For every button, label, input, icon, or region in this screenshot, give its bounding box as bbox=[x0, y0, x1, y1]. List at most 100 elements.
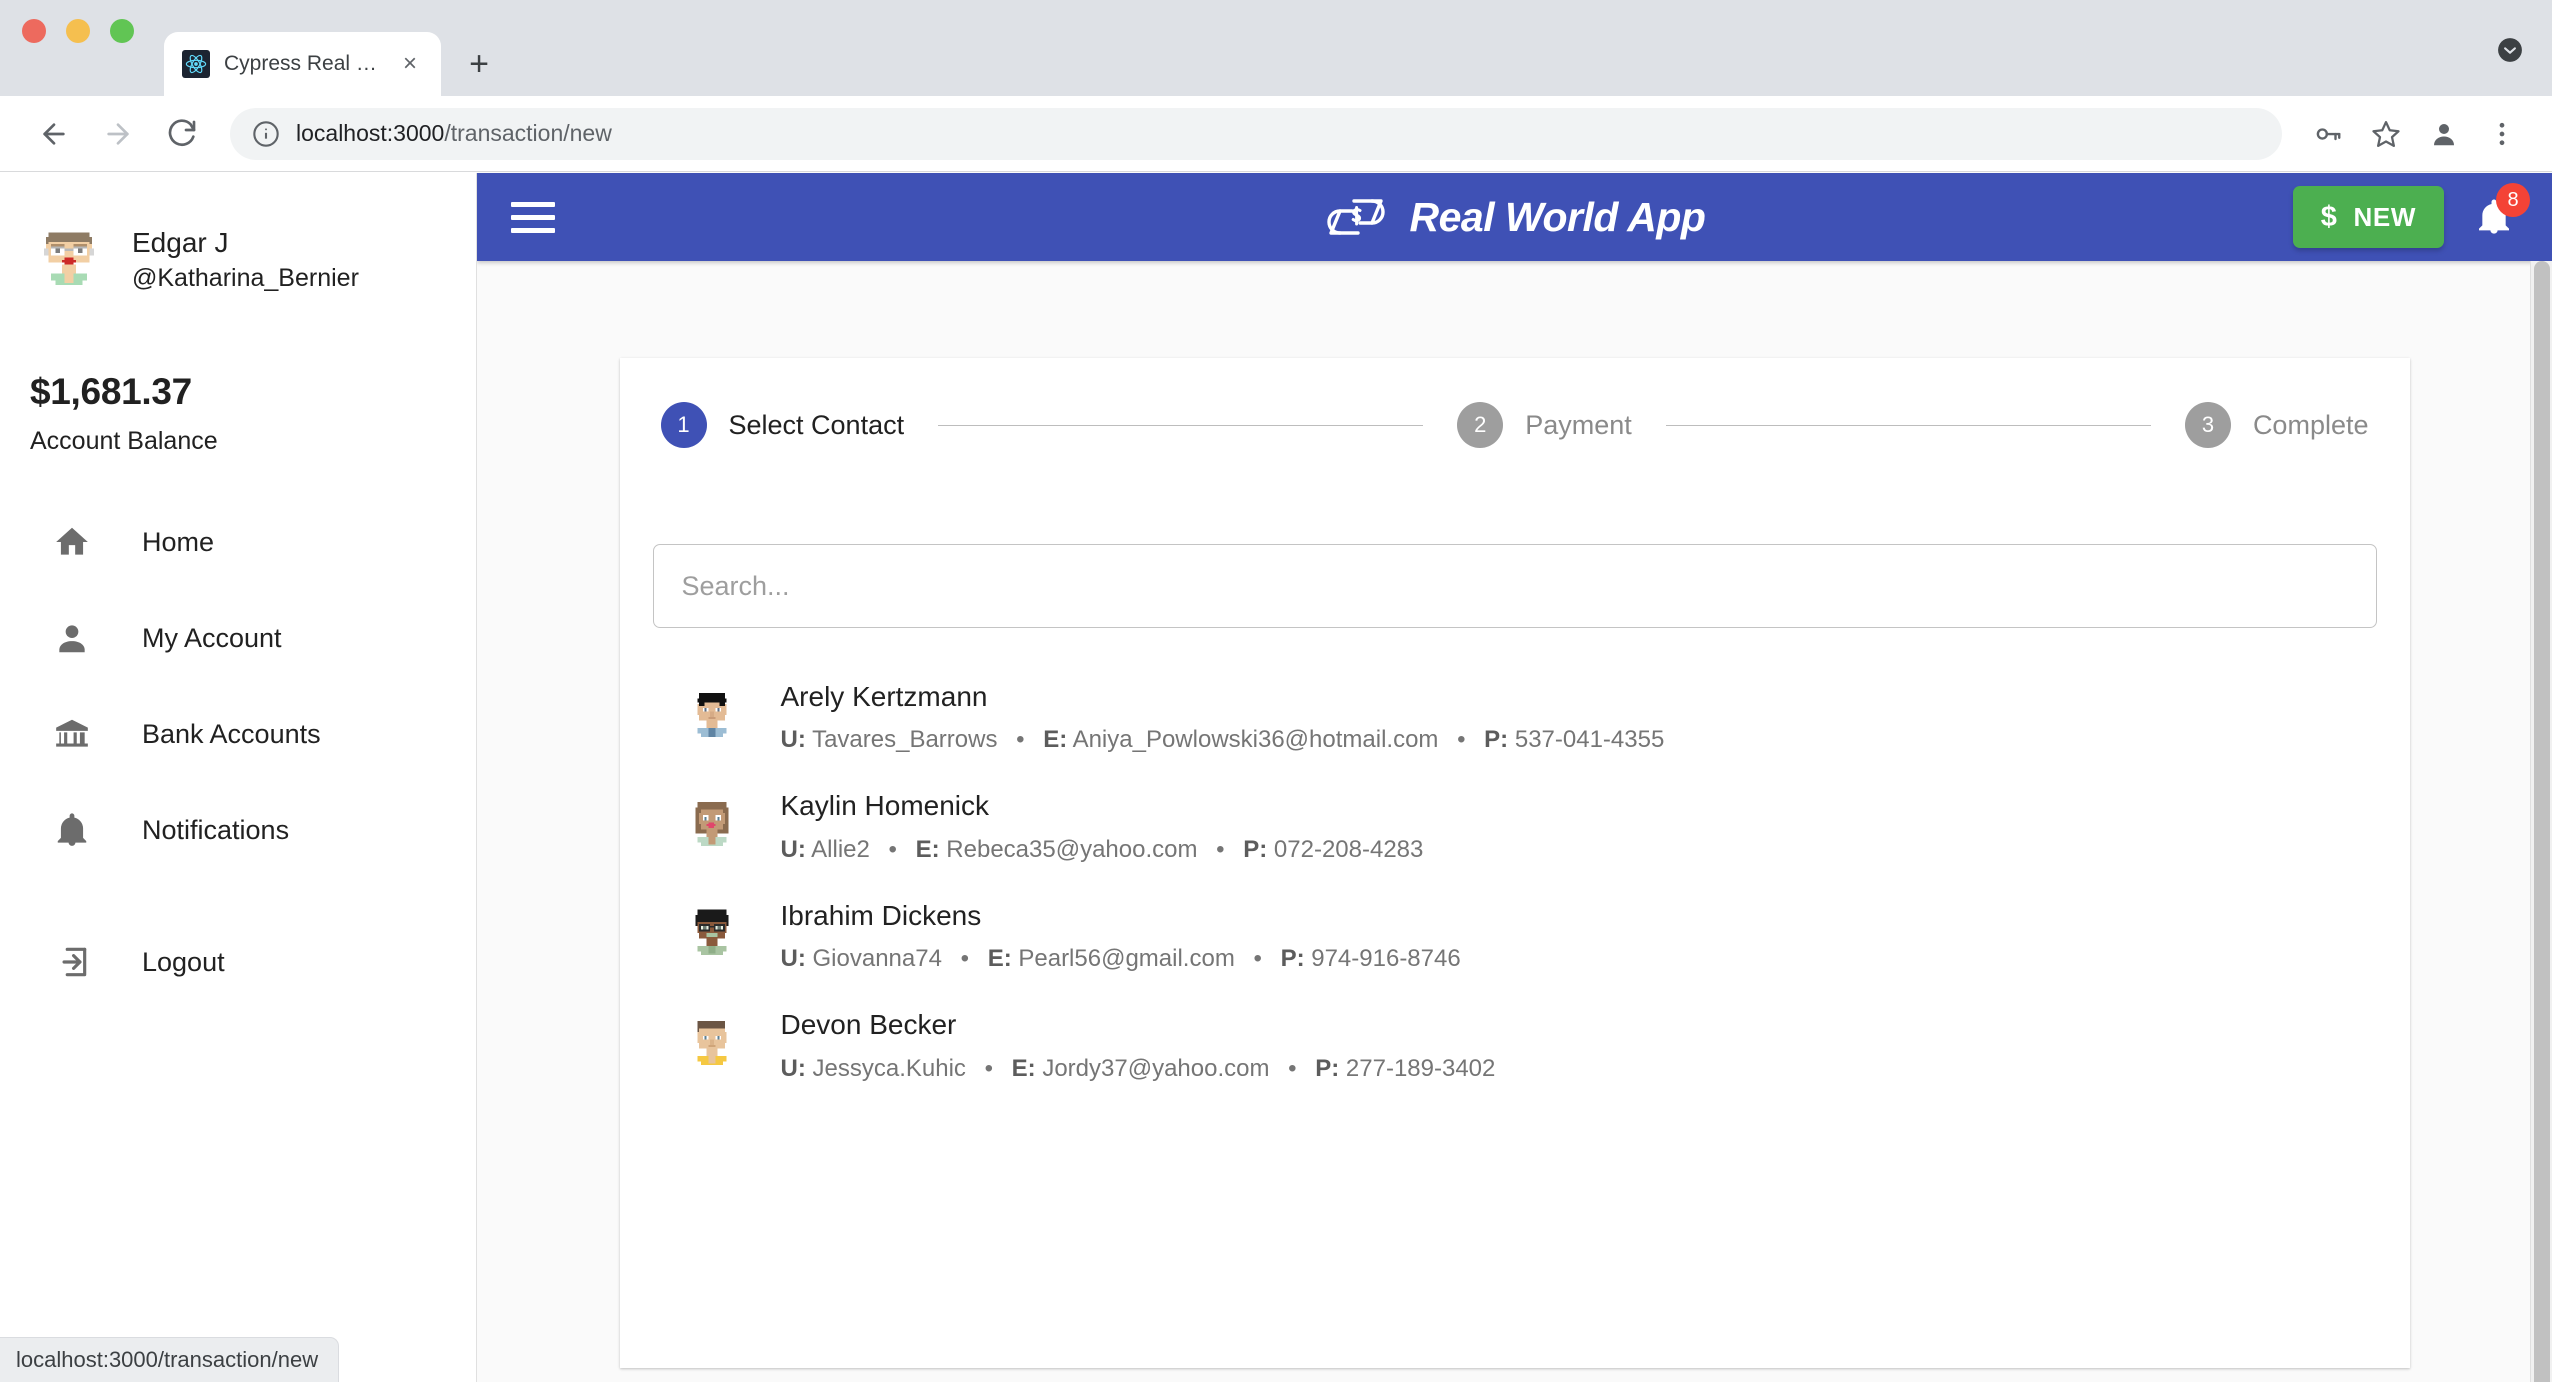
contact-name: Kaylin Homenick bbox=[781, 790, 990, 821]
tab-title: Cypress Real World App bbox=[224, 52, 383, 76]
bell-icon bbox=[52, 810, 92, 850]
minimize-window-button[interactable] bbox=[66, 19, 90, 43]
sidebar-item-notifications[interactable]: Notifications bbox=[0, 782, 476, 878]
notification-count-badge: 8 bbox=[2496, 183, 2530, 217]
account-balance-block: $1,681.37 Account Balance bbox=[0, 315, 476, 456]
address-bar[interactable]: localhost:3000/transaction/new bbox=[230, 108, 2282, 160]
react-logo-icon bbox=[182, 50, 210, 78]
contact-meta: U: Allie2 • E: Rebeca35@yahoo.com • P: 0… bbox=[781, 836, 1424, 864]
meta-separator: • bbox=[1004, 726, 1036, 753]
star-icon[interactable] bbox=[2362, 110, 2410, 158]
list-item[interactable]: Devon Becker U: Jessyca.Kuhic • E: Jordy… bbox=[653, 990, 2377, 1099]
back-arrow-icon[interactable] bbox=[26, 106, 82, 162]
browser-window: Cypress Real World App × + localhost:300… bbox=[0, 0, 2552, 1382]
contact-phone: 537-041-4355 bbox=[1515, 726, 1664, 753]
contact-email: Jordy37@yahoo.com bbox=[1042, 1055, 1269, 1082]
sidebar-item-bank-accounts[interactable]: Bank Accounts bbox=[0, 686, 476, 782]
logout-icon bbox=[52, 942, 92, 982]
contact-details: Devon Becker U: Jessyca.Kuhic • E: Jordy… bbox=[781, 1007, 1496, 1082]
new-transaction-button[interactable]: $ NEW bbox=[2293, 186, 2444, 248]
sidebar-item-home[interactable]: Home bbox=[0, 494, 476, 590]
step-number-badge: 1 bbox=[661, 402, 707, 448]
sidebar-item-my-account[interactable]: My Account bbox=[0, 590, 476, 686]
info-circle-icon[interactable] bbox=[252, 120, 280, 148]
contact-phone: 974-916-8746 bbox=[1311, 945, 1460, 972]
stepper-connector bbox=[938, 425, 1423, 426]
reload-icon[interactable] bbox=[154, 106, 210, 162]
stepper-step-complete[interactable]: 3 Complete bbox=[2185, 402, 2369, 448]
rwa-dollar-logo-icon bbox=[1324, 196, 1388, 238]
browser-tabstrip: Cypress Real World App × + bbox=[0, 0, 2552, 96]
avatar bbox=[679, 902, 745, 968]
meta-separator: • bbox=[1204, 836, 1236, 863]
application-root: Edgar J @Katharina_Bernier $1,681.37 Acc… bbox=[0, 173, 2552, 1382]
sidebar-divider-space bbox=[0, 878, 476, 914]
tab-list-chevron-down-icon[interactable] bbox=[2490, 30, 2530, 70]
step-label: Payment bbox=[1525, 410, 1632, 441]
phone-label: P: bbox=[1315, 1055, 1339, 1082]
contact-name: Arely Kertzmann bbox=[781, 681, 988, 712]
contact-username: Tavares_Barrows bbox=[812, 726, 997, 753]
home-icon bbox=[52, 522, 92, 562]
key-icon[interactable] bbox=[2304, 110, 2352, 158]
person-icon bbox=[52, 618, 92, 658]
hamburger-menu-icon[interactable] bbox=[505, 189, 561, 245]
close-window-button[interactable] bbox=[22, 19, 46, 43]
step-label: Complete bbox=[2253, 410, 2369, 441]
account-balance-amount: $1,681.37 bbox=[30, 371, 446, 413]
stepper-step-select-contact[interactable]: 1 Select Contact bbox=[661, 402, 905, 448]
scrollbar-thumb[interactable] bbox=[2534, 261, 2550, 1382]
sidebar-item-label: My Account bbox=[142, 623, 282, 654]
list-item[interactable]: Kaylin Homenick U: Allie2 • E: Rebeca35@… bbox=[653, 771, 2377, 880]
list-item[interactable]: Arely Kertzmann U: Tavares_Barrows • E: … bbox=[653, 662, 2377, 771]
sidebar-item-label: Home bbox=[142, 527, 214, 558]
search-input[interactable] bbox=[653, 544, 2377, 628]
app-title: Real World App bbox=[1410, 194, 1706, 241]
new-transaction-label: NEW bbox=[2354, 202, 2416, 233]
stepper-step-payment[interactable]: 2 Payment bbox=[1457, 402, 1632, 448]
contact-email: Rebeca35@yahoo.com bbox=[946, 836, 1197, 863]
contact-details: Ibrahim Dickens U: Giovanna74 • E: Pearl… bbox=[781, 898, 1461, 973]
sidebar-item-label: Bank Accounts bbox=[142, 719, 321, 750]
contact-details: Kaylin Homenick U: Allie2 • E: Rebeca35@… bbox=[781, 788, 1424, 863]
status-bar-url-preview: localhost:3000/transaction/new bbox=[0, 1337, 339, 1382]
search-container bbox=[653, 544, 2377, 628]
meta-separator: • bbox=[1445, 726, 1477, 753]
profile-icon[interactable] bbox=[2420, 110, 2468, 158]
contact-meta: U: Jessyca.Kuhic • E: Jordy37@yahoo.com … bbox=[781, 1055, 1496, 1083]
sidebar-item-label: Logout bbox=[142, 947, 225, 978]
contact-phone: 277-189-3402 bbox=[1346, 1055, 1495, 1082]
contact-email: Aniya_Powlowski36@hotmail.com bbox=[1073, 726, 1439, 753]
email-label: E: bbox=[916, 836, 940, 863]
avatar bbox=[679, 793, 745, 859]
list-item[interactable]: Ibrahim Dickens U: Giovanna74 • E: Pearl… bbox=[653, 881, 2377, 990]
new-tab-button[interactable]: + bbox=[457, 42, 501, 86]
avatar bbox=[679, 1012, 745, 1078]
email-label: E: bbox=[988, 945, 1012, 972]
contact-meta: U: Giovanna74 • E: Pearl56@gmail.com • P… bbox=[781, 945, 1461, 973]
phone-label: P: bbox=[1281, 945, 1305, 972]
more-menu-icon[interactable] bbox=[2478, 110, 2526, 158]
meta-separator: • bbox=[1276, 1055, 1308, 1082]
sidebar-item-logout[interactable]: Logout bbox=[0, 914, 476, 1010]
page-scrollbar[interactable] bbox=[2530, 261, 2552, 1382]
bank-icon bbox=[52, 714, 92, 754]
app-header-actions: $ NEW 8 bbox=[2293, 186, 2522, 248]
step-label: Select Contact bbox=[729, 410, 905, 441]
content-area: 1 Select Contact 2 Payment 3 Complete bbox=[477, 261, 2552, 1382]
meta-separator: • bbox=[973, 1055, 1005, 1082]
contact-username: Allie2 bbox=[811, 836, 870, 863]
meta-separator: • bbox=[1241, 945, 1273, 972]
notifications-button[interactable]: 8 bbox=[2466, 189, 2522, 245]
sidebar: Edgar J @Katharina_Bernier $1,681.37 Acc… bbox=[0, 173, 477, 1382]
close-tab-icon[interactable]: × bbox=[397, 51, 423, 77]
contact-email: Pearl56@gmail.com bbox=[1018, 945, 1234, 972]
contact-name: Devon Becker bbox=[781, 1009, 957, 1040]
contact-name: Ibrahim Dickens bbox=[781, 900, 982, 931]
contact-details: Arely Kertzmann U: Tavares_Barrows • E: … bbox=[781, 679, 1665, 754]
browser-tab[interactable]: Cypress Real World App × bbox=[164, 32, 441, 96]
sidebar-user-block[interactable]: Edgar J @Katharina_Bernier bbox=[0, 205, 476, 315]
step-number-badge: 3 bbox=[2185, 402, 2231, 448]
sidebar-nav: Home My Account Bank Accounts bbox=[0, 494, 476, 1010]
maximize-window-button[interactable] bbox=[110, 19, 134, 43]
